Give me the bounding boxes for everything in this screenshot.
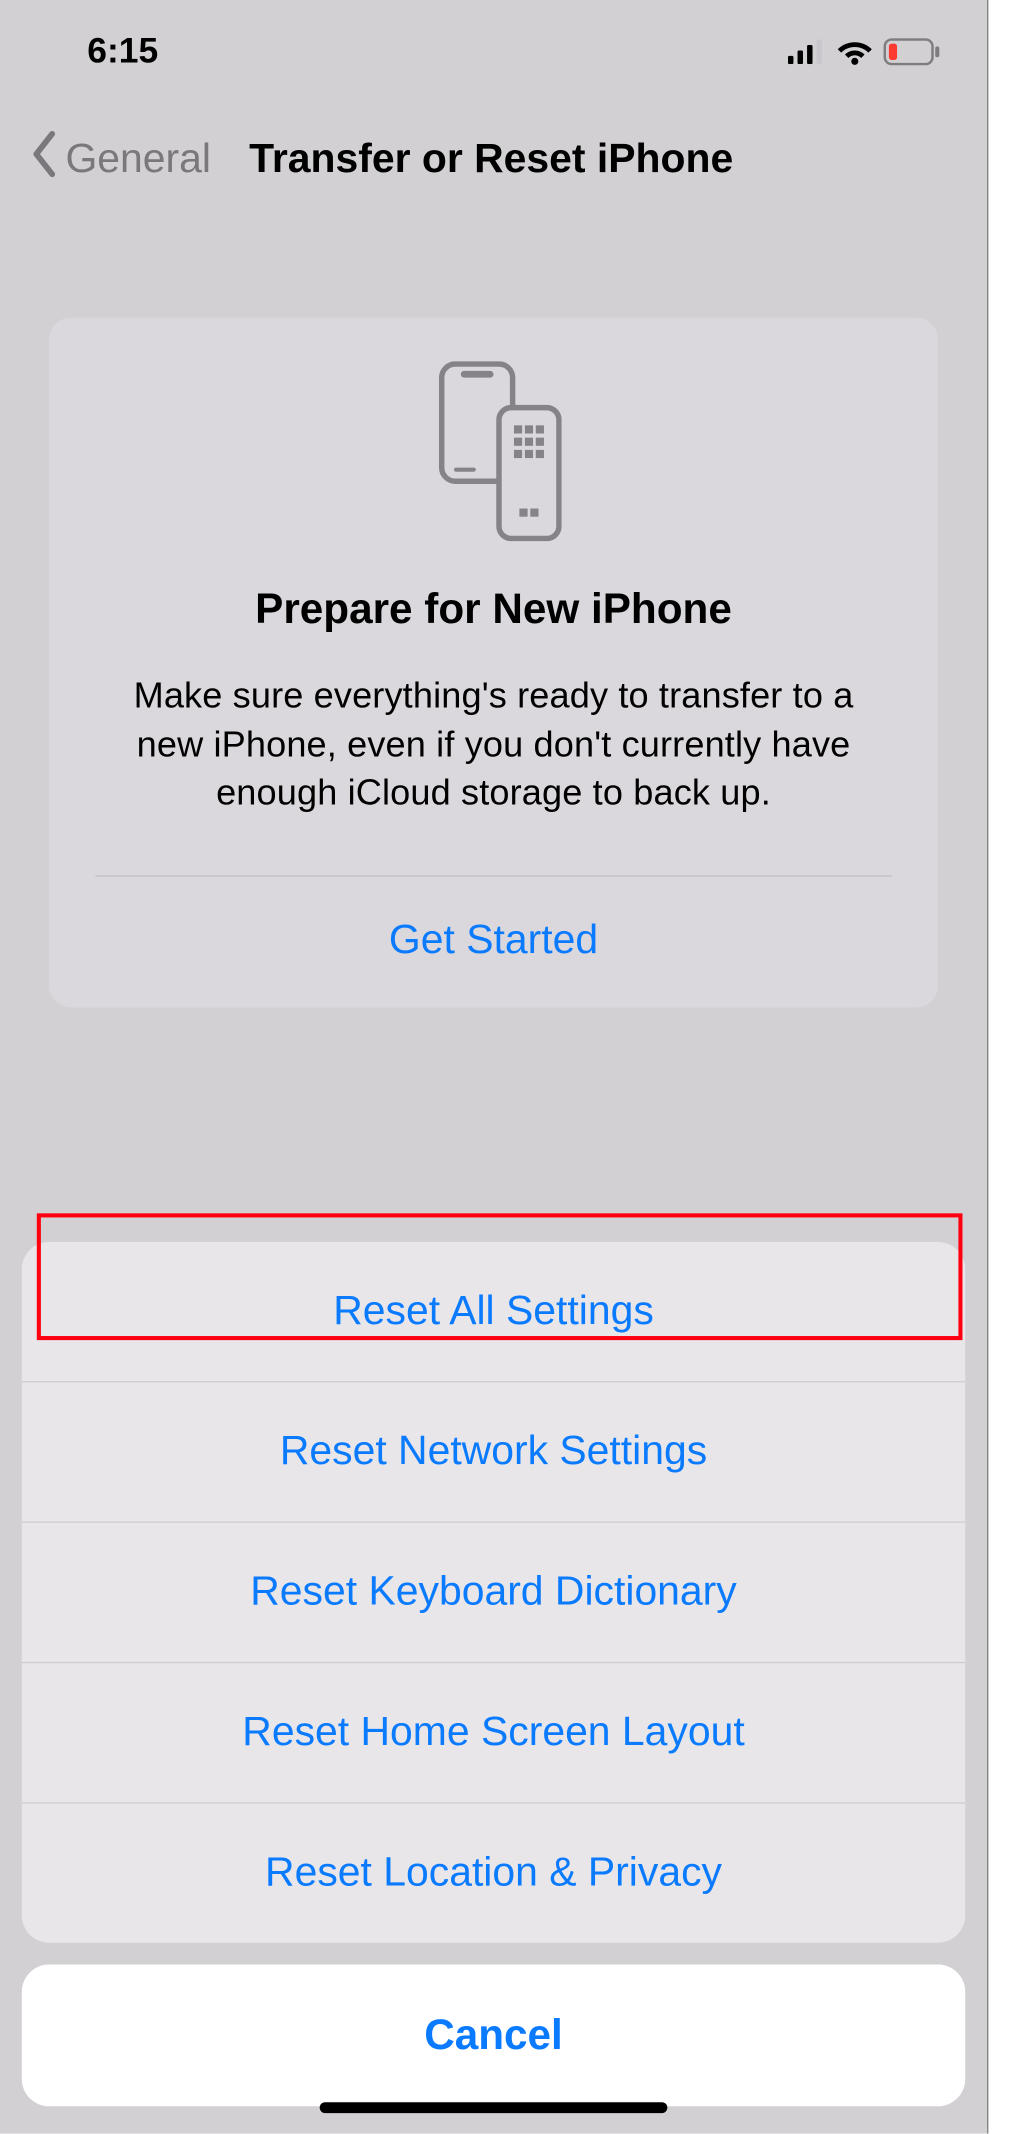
- home-indicator[interactable]: [320, 2102, 668, 2113]
- get-started-button[interactable]: Get Started: [49, 876, 938, 1007]
- status-time: 6:15: [87, 30, 158, 72]
- status-bar: 6:15: [0, 0, 987, 89]
- page-title: Transfer or Reset iPhone: [249, 136, 733, 182]
- prepare-title: Prepare for New iPhone: [49, 585, 938, 634]
- back-button[interactable]: General: [25, 130, 211, 190]
- status-icons: [788, 37, 941, 64]
- action-sheet-group: Reset All Settings Reset Network Setting…: [22, 1242, 965, 1943]
- reset-network-settings-option[interactable]: Reset Network Settings: [22, 1382, 965, 1522]
- back-label: General: [65, 136, 211, 182]
- reset-keyboard-dictionary-option[interactable]: Reset Keyboard Dictionary: [22, 1523, 965, 1663]
- prepare-description: Make sure everything's ready to transfer…: [49, 672, 938, 817]
- reset-location-privacy-option[interactable]: Reset Location & Privacy: [22, 1804, 965, 1943]
- cellular-signal-icon: [788, 39, 826, 64]
- prepare-card: Prepare for New iPhone Make sure everyth…: [49, 318, 938, 1007]
- nav-bar: General Transfer or Reset iPhone: [0, 89, 987, 212]
- action-sheet: Reset All Settings Reset Network Setting…: [22, 1242, 965, 2106]
- chevron-left-icon: [25, 130, 66, 190]
- cancel-button[interactable]: Cancel: [22, 1965, 965, 2107]
- reset-all-settings-option[interactable]: Reset All Settings: [22, 1242, 965, 1382]
- wifi-icon: [837, 37, 872, 64]
- battery-low-icon: [883, 37, 940, 64]
- reset-home-screen-layout-option[interactable]: Reset Home Screen Layout: [22, 1663, 965, 1803]
- phones-icon: [49, 361, 938, 541]
